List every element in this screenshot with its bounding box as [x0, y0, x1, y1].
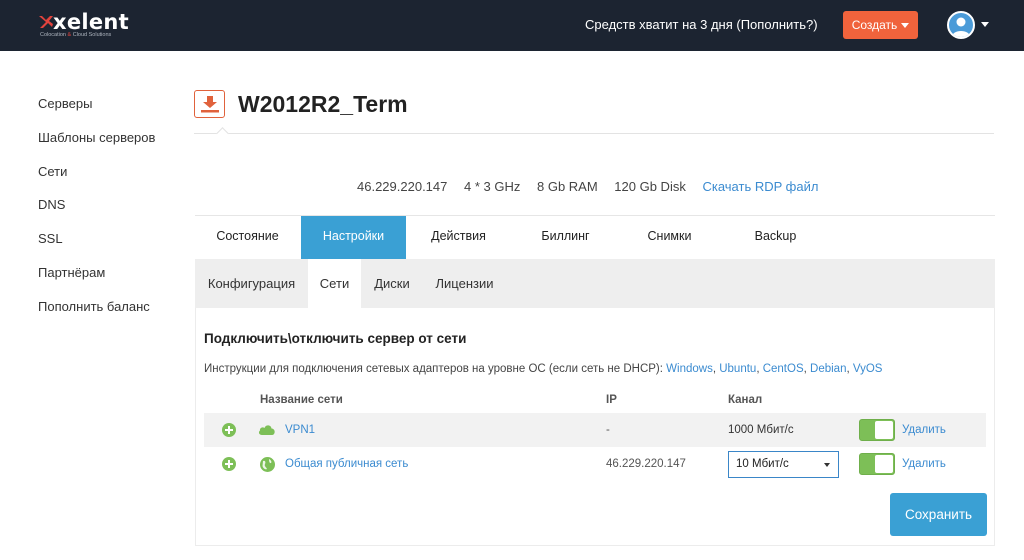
create-button-label: Создать	[851, 18, 898, 32]
cloud-icon	[258, 425, 275, 435]
column-header-channel: Канал	[728, 394, 763, 406]
add-icon[interactable]	[222, 457, 236, 471]
sidebar-item-top-up[interactable]: Пополнить баланс	[38, 297, 198, 331]
subtab-configuration[interactable]: Конфигурация	[195, 259, 308, 308]
tab-snapshots[interactable]: Снимки	[617, 216, 722, 259]
subtab-networks[interactable]: Сети	[308, 259, 361, 308]
instructions-link-ubuntu[interactable]: Ubuntu	[719, 363, 756, 375]
network-name-link[interactable]: VPN1	[285, 413, 315, 447]
download-rdp-link[interactable]: Скачать RDP файл	[702, 179, 818, 194]
save-button[interactable]: Сохранить	[890, 493, 987, 536]
tab-settings[interactable]: Настройки	[301, 216, 406, 259]
instructions-link-vyos[interactable]: VyOS	[853, 363, 883, 375]
tab-backup[interactable]: Backup	[723, 216, 828, 259]
logo-subtitle: Colocation & Cloud Solutions	[40, 32, 112, 38]
logo-text: xelent	[53, 10, 130, 34]
instructions-text: Инструкции для подключения сетевых адапт…	[204, 363, 883, 375]
toggle-knob	[875, 421, 893, 439]
toggle-knob	[875, 455, 893, 473]
server-specs: 46.229.220.147 4 * 3 GHz 8 Gb RAM 120 Gb…	[357, 179, 818, 194]
tab-billing[interactable]: Биллинг	[513, 216, 618, 259]
sidebar-item-servers[interactable]: Серверы	[38, 94, 198, 128]
create-button[interactable]: Создать	[843, 11, 918, 39]
table-row: Общая публичная сеть 46.229.220.147 10 М…	[204, 447, 986, 481]
title-divider-notch	[216, 127, 229, 140]
logo[interactable]: xelent Colocation & Cloud Solutions	[38, 10, 130, 42]
tab-actions[interactable]: Действия	[406, 216, 511, 259]
delete-network-link[interactable]: Удалить	[902, 413, 946, 447]
server-download-icon[interactable]	[194, 90, 225, 118]
sidebar-item-server-templates[interactable]: Шаблоны серверов	[38, 128, 198, 162]
networks-panel: Подключить\отключить сервер от сети Инст…	[195, 308, 995, 546]
instructions-link-windows[interactable]: Windows	[666, 363, 713, 375]
network-ip: -	[606, 424, 610, 436]
sidebar-item-partners[interactable]: Партнёрам	[38, 263, 198, 297]
channel-select-value: 10 Мбит/с	[736, 458, 789, 470]
network-name-link[interactable]: Общая публичная сеть	[285, 447, 408, 481]
column-header-ip: IP	[606, 394, 617, 406]
server-cpu: 4 * 3 GHz	[464, 179, 521, 194]
top-bar: xelent Colocation & Cloud Solutions Сред…	[0, 0, 1024, 51]
channel-select[interactable]: 10 Мбит/с	[728, 451, 839, 478]
logo-mark-icon	[39, 16, 53, 28]
subtab-licenses[interactable]: Лицензии	[423, 259, 506, 308]
instructions-link-centos[interactable]: CentOS	[763, 363, 804, 375]
chevron-down-icon	[824, 463, 830, 467]
sidebar-item-dns[interactable]: DNS	[38, 195, 198, 229]
title-divider	[194, 133, 994, 134]
download-icon	[200, 96, 219, 113]
server-disk: 120 Gb Disk	[614, 179, 686, 194]
avatar-caret-down-icon[interactable]	[981, 22, 989, 27]
sidebar-item-networks[interactable]: Сети	[38, 162, 198, 196]
avatar[interactable]	[947, 11, 975, 39]
column-header-name: Название сети	[260, 394, 343, 406]
main-tabs: Состояние Настройки Действия Биллинг Сни…	[195, 215, 995, 259]
section-title: Подключить\отключить сервер от сети	[204, 331, 467, 346]
network-ip: 46.229.220.147	[606, 458, 686, 470]
globe-icon	[260, 457, 275, 472]
instructions-link-debian[interactable]: Debian	[810, 363, 846, 375]
caret-down-icon	[901, 22, 910, 28]
tab-state[interactable]: Состояние	[195, 216, 300, 259]
user-icon	[952, 17, 970, 37]
network-toggle[interactable]	[859, 453, 895, 475]
table-row: VPN1 - 1000 Мбит/с Удалить	[204, 413, 986, 447]
sidebar: Серверы Шаблоны серверов Сети DNS SSL Па…	[38, 94, 198, 331]
sidebar-item-ssl[interactable]: SSL	[38, 229, 198, 263]
subtab-disks[interactable]: Диски	[361, 259, 423, 308]
server-ip: 46.229.220.147	[357, 179, 448, 194]
delete-network-link[interactable]: Удалить	[902, 447, 946, 481]
sub-tabs: Конфигурация Сети Диски Лицензии	[195, 259, 995, 308]
server-ram: 8 Gb RAM	[536, 179, 598, 194]
add-icon[interactable]	[222, 423, 236, 437]
network-channel: 1000 Мбит/с	[728, 424, 794, 436]
page-title: W2012R2_Term	[238, 91, 408, 117]
balance-status-link[interactable]: Средств хватит на 3 дня (Пополнить?)	[585, 17, 818, 32]
network-toggle[interactable]	[859, 419, 895, 441]
